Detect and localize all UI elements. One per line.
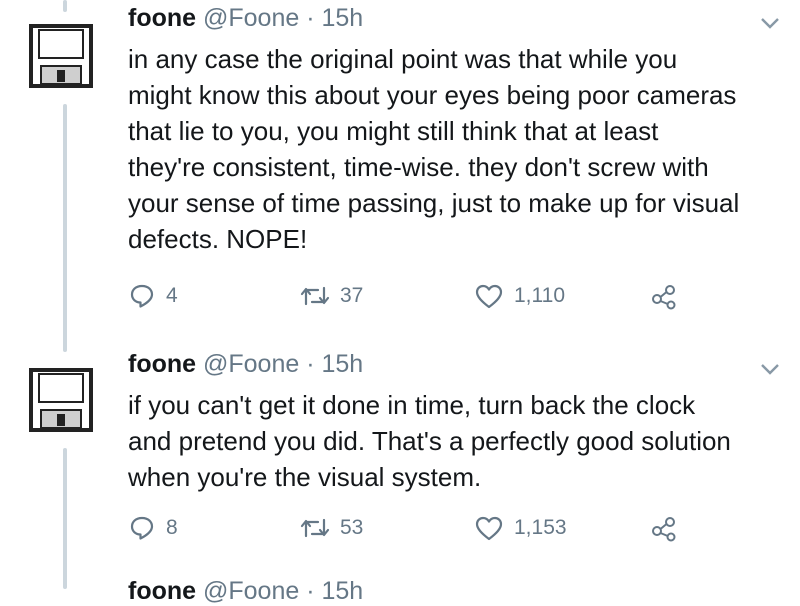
user-handle[interactable]: @Foone bbox=[203, 577, 299, 605]
tweet-text-line: when you're the visual system. bbox=[128, 462, 482, 492]
tweet-text: in any case the original point was that … bbox=[128, 41, 788, 257]
display-name[interactable]: foone bbox=[128, 4, 196, 32]
tweet-header: foone @Foone · 15h bbox=[128, 4, 363, 33]
tweet-header: foone @Foone · 15h bbox=[128, 350, 363, 379]
timestamp[interactable]: 15h bbox=[322, 4, 364, 32]
tweet-text-line: might know this about your eyes being po… bbox=[128, 80, 737, 110]
reply-button[interactable]: 4 bbox=[128, 280, 178, 312]
retweet-icon bbox=[300, 518, 330, 538]
reply-count: 8 bbox=[166, 516, 178, 539]
separator-dot: · bbox=[306, 350, 315, 378]
share-icon bbox=[652, 285, 676, 310]
next-tweet-header: foone @Foone · 15h bbox=[128, 577, 363, 606]
heart-icon bbox=[475, 516, 503, 541]
display-name[interactable]: foone bbox=[128, 577, 196, 605]
retweet-count: 53 bbox=[340, 516, 364, 539]
separator-dot: · bbox=[306, 577, 315, 605]
like-button[interactable]: 1,153 bbox=[474, 512, 567, 544]
share-button[interactable] bbox=[650, 512, 688, 544]
avatar[interactable] bbox=[27, 366, 95, 434]
timestamp[interactable]: 15h bbox=[322, 577, 364, 605]
floppy-disk-icon bbox=[29, 368, 93, 432]
user-handle[interactable]: @Foone bbox=[203, 350, 299, 378]
like-count: 1,110 bbox=[514, 284, 565, 307]
user-handle[interactable]: @Foone bbox=[203, 4, 299, 32]
retweet-button[interactable]: 53 bbox=[300, 512, 363, 544]
reply-count: 4 bbox=[166, 284, 178, 307]
tweet-text-line: your sense of time passing, just to make… bbox=[128, 188, 740, 218]
tweet-text-line: they're consistent, time-wise. they don'… bbox=[128, 152, 709, 182]
tweet-text-line: in any case the original point was that … bbox=[128, 44, 678, 74]
separator-dot: · bbox=[306, 4, 315, 32]
like-button[interactable]: 1,110 bbox=[474, 280, 565, 312]
reply-icon bbox=[130, 284, 154, 308]
retweet-icon bbox=[300, 286, 330, 306]
chevron-down-icon[interactable] bbox=[760, 16, 780, 30]
retweet-count: 37 bbox=[340, 284, 364, 307]
heart-icon bbox=[475, 284, 503, 309]
like-count: 1,153 bbox=[514, 516, 567, 539]
reply-icon bbox=[130, 516, 154, 540]
share-button[interactable] bbox=[650, 280, 688, 312]
avatar[interactable] bbox=[27, 22, 95, 90]
tweet-text-line: defects. NOPE! bbox=[128, 224, 308, 254]
tweet-text-line: if you can't get it done in time, turn b… bbox=[128, 390, 696, 420]
timestamp[interactable]: 15h bbox=[322, 350, 364, 378]
tweet-text: if you can't get it done in time, turn b… bbox=[128, 387, 788, 495]
chevron-down-icon[interactable] bbox=[760, 362, 780, 376]
tweet-2[interactable]: foone @Foone · 15h if you can't get it d… bbox=[0, 340, 800, 577]
share-icon bbox=[652, 517, 676, 542]
tweet-text-line: and pretend you did. That's a perfectly … bbox=[128, 426, 731, 456]
reply-button[interactable]: 8 bbox=[128, 512, 178, 544]
tweet-1[interactable]: foone @Foone · 15h in any case the origi… bbox=[0, 0, 800, 340]
retweet-button[interactable]: 37 bbox=[300, 280, 363, 312]
display-name[interactable]: foone bbox=[128, 350, 196, 378]
floppy-disk-icon bbox=[29, 24, 93, 88]
tweet-text-line: that lie to you, you might still think t… bbox=[128, 116, 659, 146]
